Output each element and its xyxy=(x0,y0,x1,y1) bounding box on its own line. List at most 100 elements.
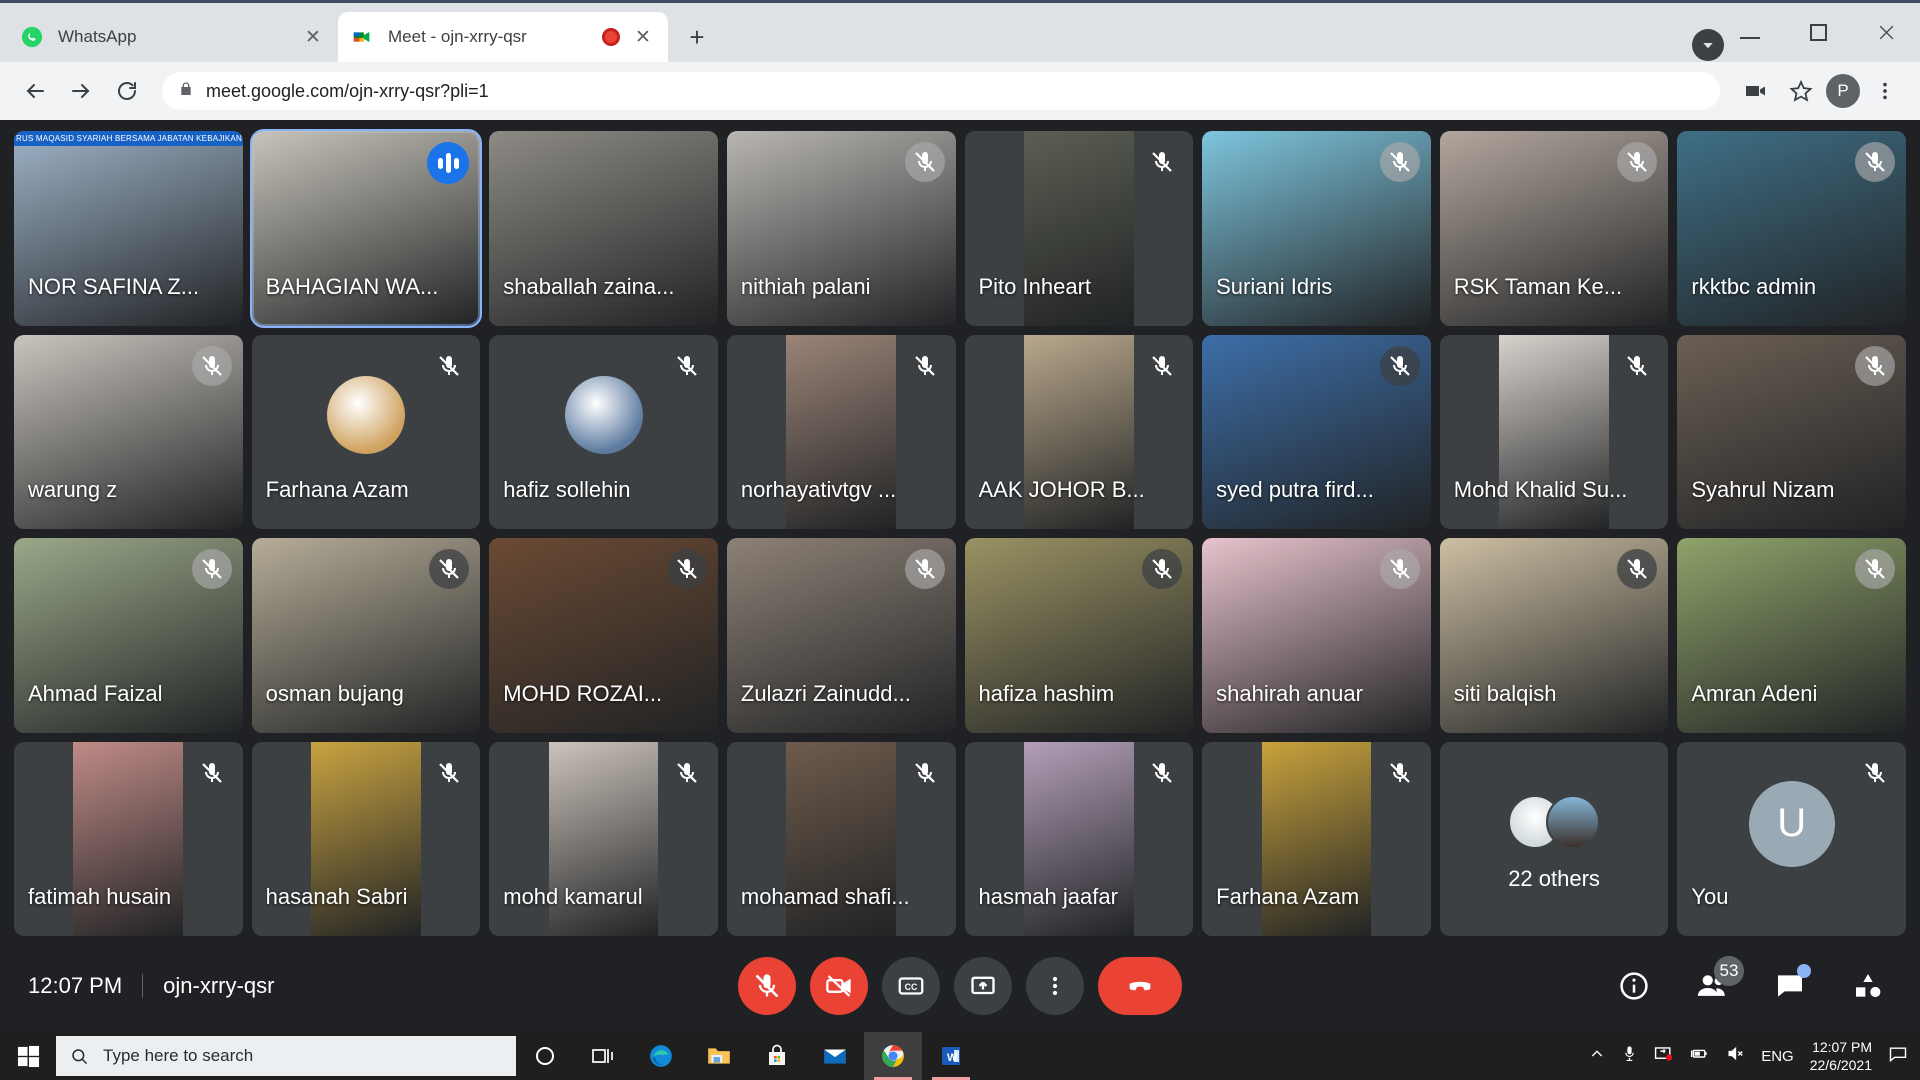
file-explorer-icon[interactable] xyxy=(690,1032,748,1080)
mail-icon[interactable] xyxy=(806,1032,864,1080)
participant-tile[interactable]: hasanah Sabri xyxy=(251,741,481,936)
action-center-icon[interactable] xyxy=(1888,1044,1908,1069)
show-everyone-icon[interactable]: 53 xyxy=(1688,956,1744,1010)
taskbar-search-input[interactable]: Type here to search xyxy=(56,1036,516,1076)
participant-name: AAK JOHOR B... xyxy=(978,477,1145,502)
participant-tile[interactable]: Amran Adeni xyxy=(1677,538,1906,733)
hangup-button[interactable] xyxy=(1098,957,1182,1015)
close-window-button[interactable] xyxy=(1852,3,1920,62)
meet-right-controls: 53 xyxy=(1610,956,1892,1010)
more-options-button[interactable] xyxy=(1026,957,1084,1015)
activities-icon[interactable] xyxy=(1844,962,1892,1010)
participant-name: warung z xyxy=(28,477,118,502)
chrome-icon[interactable] xyxy=(864,1032,922,1080)
participant-name: rkktbc admin xyxy=(1691,273,1817,299)
participant-tile[interactable]: hafiza hashim xyxy=(964,538,1194,733)
language-indicator[interactable]: ENG xyxy=(1761,1048,1794,1065)
maximize-button[interactable] xyxy=(1784,3,1852,62)
participant-tile[interactable]: Farhana Azam xyxy=(251,334,481,529)
bookmark-star-icon[interactable] xyxy=(1780,70,1822,112)
others-avatar-stack xyxy=(1508,794,1601,849)
microsoft-store-icon[interactable] xyxy=(748,1032,806,1080)
volume-muted-icon[interactable] xyxy=(1726,1044,1745,1068)
participant-tile[interactable]: mohd kamarul xyxy=(489,741,718,936)
address-bar[interactable]: meet.google.com/ojn-xrry-qsr?pli=1 xyxy=(162,72,1720,110)
participant-tile[interactable]: AAK JOHOR B... xyxy=(964,334,1194,529)
media-cast-icon[interactable] xyxy=(1734,70,1776,112)
new-tab-button[interactable]: + xyxy=(680,20,714,54)
mic-off-icon xyxy=(429,345,470,386)
participant-tile[interactable]: Zulazri Zainudd... xyxy=(726,538,956,733)
participant-tile[interactable]: MOHD ROZAI... xyxy=(489,538,718,733)
participant-tile[interactable]: Syahrul Nizam xyxy=(1677,334,1906,529)
profile-avatar[interactable]: P xyxy=(1826,74,1860,108)
cortana-icon[interactable] xyxy=(516,1032,574,1080)
participant-name: BAHAGIAN WA... xyxy=(265,273,439,299)
battery-icon[interactable] xyxy=(1689,1043,1710,1069)
participant-tile[interactable]: Pito Inheart xyxy=(964,131,1194,326)
participant-tile[interactable]: Ahmad Faizal xyxy=(14,538,243,733)
chat-icon[interactable] xyxy=(1766,962,1814,1010)
forward-icon[interactable] xyxy=(60,70,102,112)
microphone-tray-icon[interactable] xyxy=(1621,1045,1638,1067)
browser-tab-whatsapp[interactable]: WhatsApp ✕ xyxy=(8,12,338,62)
participant-tile[interactable]: mohamad shafi... xyxy=(726,741,956,936)
browser-tab-meet[interactable]: Meet - ojn-xrry-qsr ✕ xyxy=(338,12,668,62)
captions-button[interactable]: CC xyxy=(882,957,940,1015)
speaking-indicator-icon xyxy=(427,142,470,184)
participant-tile[interactable]: shaballah zaina... xyxy=(489,131,718,326)
show-hidden-icons-chevron-icon[interactable] xyxy=(1589,1046,1605,1067)
chat-unread-dot-icon xyxy=(1797,964,1811,978)
tab-title: Meet - ojn-xrry-qsr xyxy=(388,27,527,46)
mic-off-icon xyxy=(1142,549,1183,589)
meeting-code: ojn-xrry-qsr xyxy=(163,973,275,998)
participant-tile[interactable]: Suriani Idris xyxy=(1202,131,1431,326)
reload-icon[interactable] xyxy=(106,70,148,112)
word-icon[interactable]: W xyxy=(922,1032,980,1080)
participant-name: Suriani Idris xyxy=(1216,273,1333,299)
participant-tile[interactable]: RSK Taman Ke... xyxy=(1439,131,1669,326)
participant-tile[interactable]: hafiz sollehin xyxy=(489,334,718,529)
participant-name: Zulazri Zainudd... xyxy=(740,680,911,706)
participant-tile[interactable]: Farhana Azam xyxy=(1202,741,1431,936)
window-controls xyxy=(1716,3,1920,62)
mic-off-icon xyxy=(429,549,470,589)
close-icon[interactable]: ✕ xyxy=(630,24,656,50)
participant-tile[interactable]: nithiah palani xyxy=(726,131,956,326)
back-icon[interactable] xyxy=(14,70,56,112)
participant-tile[interactable]: shahirah anuar xyxy=(1202,538,1431,733)
chrome-browser-window: WhatsApp ✕ Meet - ojn-xrry-qsr ✕ + meet.… xyxy=(0,0,1920,1032)
participant-tile[interactable]: hasmah jaafar xyxy=(964,741,1194,936)
whatsapp-icon xyxy=(20,25,44,49)
camera-off-button[interactable] xyxy=(810,957,868,1015)
divider xyxy=(142,974,144,998)
participant-tile[interactable]: osman bujang xyxy=(251,538,481,733)
clock[interactable]: 12:07 PM 22/6/2021 xyxy=(1810,1038,1872,1075)
chrome-menu-icon[interactable] xyxy=(1864,70,1906,112)
start-button[interactable] xyxy=(0,1032,56,1080)
minimize-button[interactable] xyxy=(1716,3,1784,62)
microphone-off-button[interactable] xyxy=(738,957,796,1015)
participant-tile[interactable]: rkktbc admin xyxy=(1677,131,1906,326)
participant-tile[interactable]: 22 others xyxy=(1439,741,1669,936)
mic-off-icon xyxy=(1855,345,1895,386)
participant-tile[interactable]: BAHAGIAN WA... xyxy=(249,129,483,328)
participant-tile[interactable]: U You xyxy=(1677,741,1906,936)
close-icon[interactable]: ✕ xyxy=(300,24,326,50)
participant-name: norhayativtgv ... xyxy=(740,477,897,502)
windows-taskbar: Type here to search W ENG 12:07 PM 22/6/… xyxy=(0,1032,1920,1080)
meeting-details-icon[interactable] xyxy=(1610,962,1658,1010)
participant-tile[interactable]: syed putra fird... xyxy=(1202,334,1431,529)
edge-icon[interactable] xyxy=(632,1032,690,1080)
participant-tile[interactable]: norhayativtgv ... xyxy=(726,334,956,529)
participant-tile[interactable]: Mohd Khalid Su... xyxy=(1439,334,1669,529)
participant-tile[interactable]: RUS MAQASID SYARIAH BERSAMA JABATAN KEBA… xyxy=(14,131,243,326)
participant-tile[interactable]: fatimah husain xyxy=(14,741,243,936)
screen-share-tray-icon[interactable] xyxy=(1654,1044,1673,1068)
participant-tile[interactable]: siti balqish xyxy=(1439,538,1669,733)
participant-name: RSK Taman Ke... xyxy=(1453,273,1623,299)
present-button[interactable] xyxy=(954,957,1012,1015)
participant-name: Syahrul Nizam xyxy=(1691,477,1835,502)
task-view-icon[interactable] xyxy=(574,1032,632,1080)
participant-tile[interactable]: warung z xyxy=(14,334,243,529)
